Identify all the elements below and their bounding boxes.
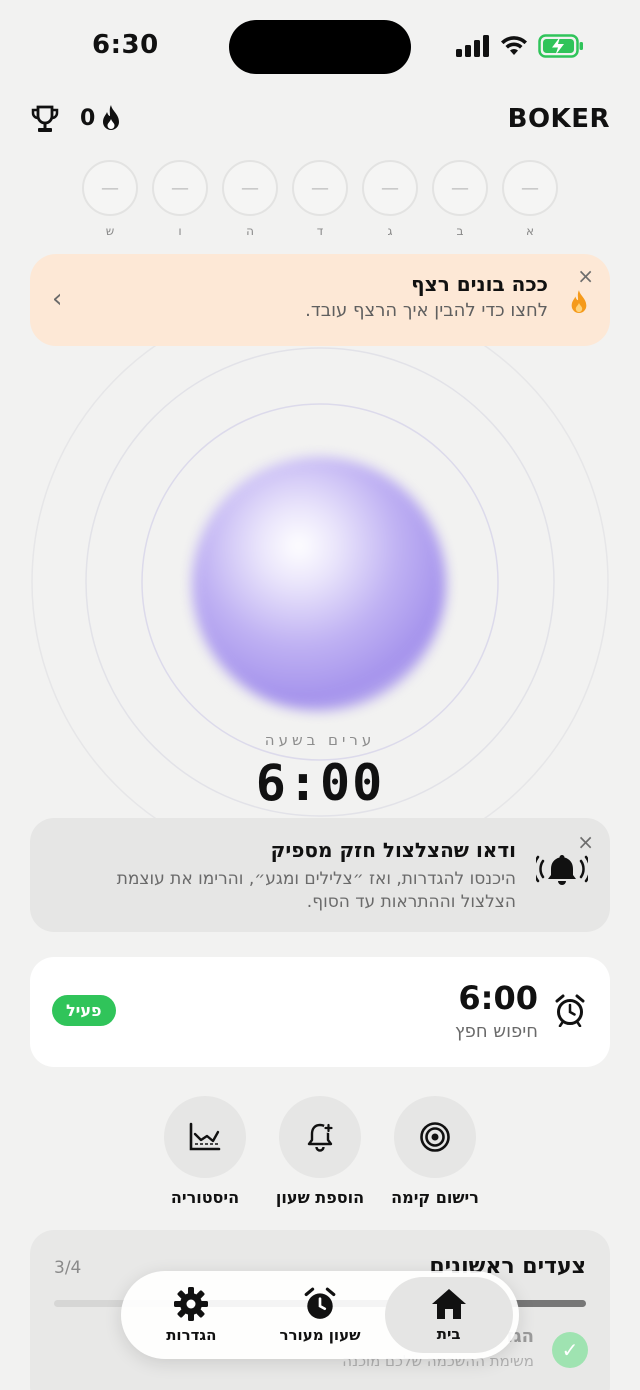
steps-progress-text: 3/4	[54, 1258, 82, 1278]
banner-text: ככה בונים רצף לחצו כדי להבין איך הרצף עו…	[305, 272, 548, 321]
volume-title: ודאו שהצלצול חזק מספיק	[270, 838, 516, 862]
header: 0 BOKER	[0, 100, 640, 140]
add-alarm-action[interactable]: הוספת שעון	[265, 1096, 375, 1216]
day-circle: —	[222, 160, 278, 216]
banner-title: ככה בונים רצף	[411, 272, 548, 296]
day-label: ו	[178, 224, 182, 238]
day-circle: —	[152, 160, 208, 216]
close-icon[interactable]: ×	[577, 830, 594, 854]
history-button[interactable]	[164, 1096, 246, 1178]
alarm-clock-icon	[555, 994, 585, 1027]
battery-charging-icon	[538, 34, 583, 58]
wifi-icon	[501, 36, 527, 55]
tab-label: הגדרות	[166, 1326, 217, 1344]
status-icons	[456, 34, 584, 58]
day-item: — ד	[292, 160, 348, 240]
tab-bar: בית שעון מעורר הגדרות	[121, 1271, 519, 1359]
log-wakeup-label: רישום קימה	[391, 1188, 479, 1207]
dynamic-island	[229, 20, 411, 74]
wake-time[interactable]: 6:00	[0, 754, 640, 812]
flame-icon	[571, 290, 587, 313]
bell-plus-icon	[307, 1123, 334, 1152]
add-alarm-label: הוספת שעון	[275, 1188, 365, 1207]
status-time: 6:30	[92, 30, 159, 60]
day-circle: —	[432, 160, 488, 216]
add-alarm-button[interactable]	[279, 1096, 361, 1178]
log-wakeup-action[interactable]: רישום קימה	[380, 1096, 490, 1216]
wake-label: ערים בשעה	[264, 731, 376, 749]
history-chart-icon	[189, 1122, 221, 1151]
status-bar: 6:30	[0, 0, 640, 96]
trophy-icon[interactable]	[30, 104, 60, 136]
day-label: ב	[456, 224, 464, 238]
target-icon	[420, 1122, 450, 1152]
day-label: ג	[387, 224, 393, 238]
quick-actions: רישום קימה הוספת שעון היסטוריה	[150, 1096, 490, 1216]
alarm-time: 6:00	[458, 979, 538, 1017]
history-label: היסטוריה	[170, 1188, 240, 1207]
check-icon: ✓	[552, 1332, 588, 1368]
day-item: — א	[502, 160, 558, 240]
streak-counter[interactable]: 0	[80, 104, 123, 132]
day-item: — ו	[152, 160, 208, 240]
home-icon	[431, 1289, 466, 1319]
close-icon[interactable]: ×	[577, 264, 594, 288]
day-label: א	[525, 224, 535, 238]
history-action[interactable]: היסטוריה	[150, 1096, 260, 1216]
chevron-left-icon[interactable]: ‹	[52, 284, 62, 314]
day-label: ש	[105, 224, 115, 238]
day-label: ה	[246, 224, 254, 238]
day-circle: —	[82, 160, 138, 216]
banner-subtitle: לחצו כדי להבין איך הרצף עובד.	[305, 300, 548, 321]
log-wakeup-button[interactable]	[394, 1096, 476, 1178]
day-circle: —	[502, 160, 558, 216]
signal-icon	[456, 35, 489, 57]
flame-icon	[103, 105, 120, 130]
alarm-clock-icon	[304, 1287, 336, 1319]
gear-icon	[174, 1287, 209, 1321]
app-title: BOKER	[507, 104, 610, 134]
streak-count: 0	[80, 105, 96, 131]
alarm-card[interactable]: 6:00 חיפוש חפץ פעיל	[30, 957, 610, 1067]
ringing-bell-icon	[536, 855, 588, 885]
day-circle: —	[362, 160, 418, 216]
day-label: ד	[316, 224, 324, 238]
volume-text: ודאו שהצלצול חזק מספיק היכנסו להגדרות, ו…	[76, 838, 516, 914]
volume-body: היכנסו להגדרות, ואז ״צלילים ומגע״, והרימ…	[116, 869, 516, 912]
tab-settings[interactable]: הגדרות	[127, 1277, 255, 1353]
tab-label: שעון מעורר	[279, 1326, 361, 1344]
tab-alarm[interactable]: שעון מעורר	[256, 1277, 384, 1353]
streak-info-banner[interactable]: × ככה בונים רצף לחצו כדי להבין איך הרצף …	[30, 254, 610, 346]
day-item: — ש	[82, 160, 138, 240]
alarm-mission: חיפוש חפץ	[454, 1021, 538, 1042]
volume-reminder-card: × ודאו שהצלצול חזק מספיק היכנסו להגדרות,…	[30, 818, 610, 932]
day-circle: —	[292, 160, 348, 216]
tab-home[interactable]: בית	[384, 1277, 513, 1353]
week-tracker: — א — ב — ג — ד — ה — ו — ש	[82, 160, 558, 240]
alarm-status-badge[interactable]: פעיל	[52, 995, 116, 1026]
day-item: — ה	[222, 160, 278, 240]
wake-orb	[192, 457, 446, 711]
tab-label: בית	[436, 1325, 461, 1343]
day-item: — ג	[362, 160, 418, 240]
day-item: — ב	[432, 160, 488, 240]
